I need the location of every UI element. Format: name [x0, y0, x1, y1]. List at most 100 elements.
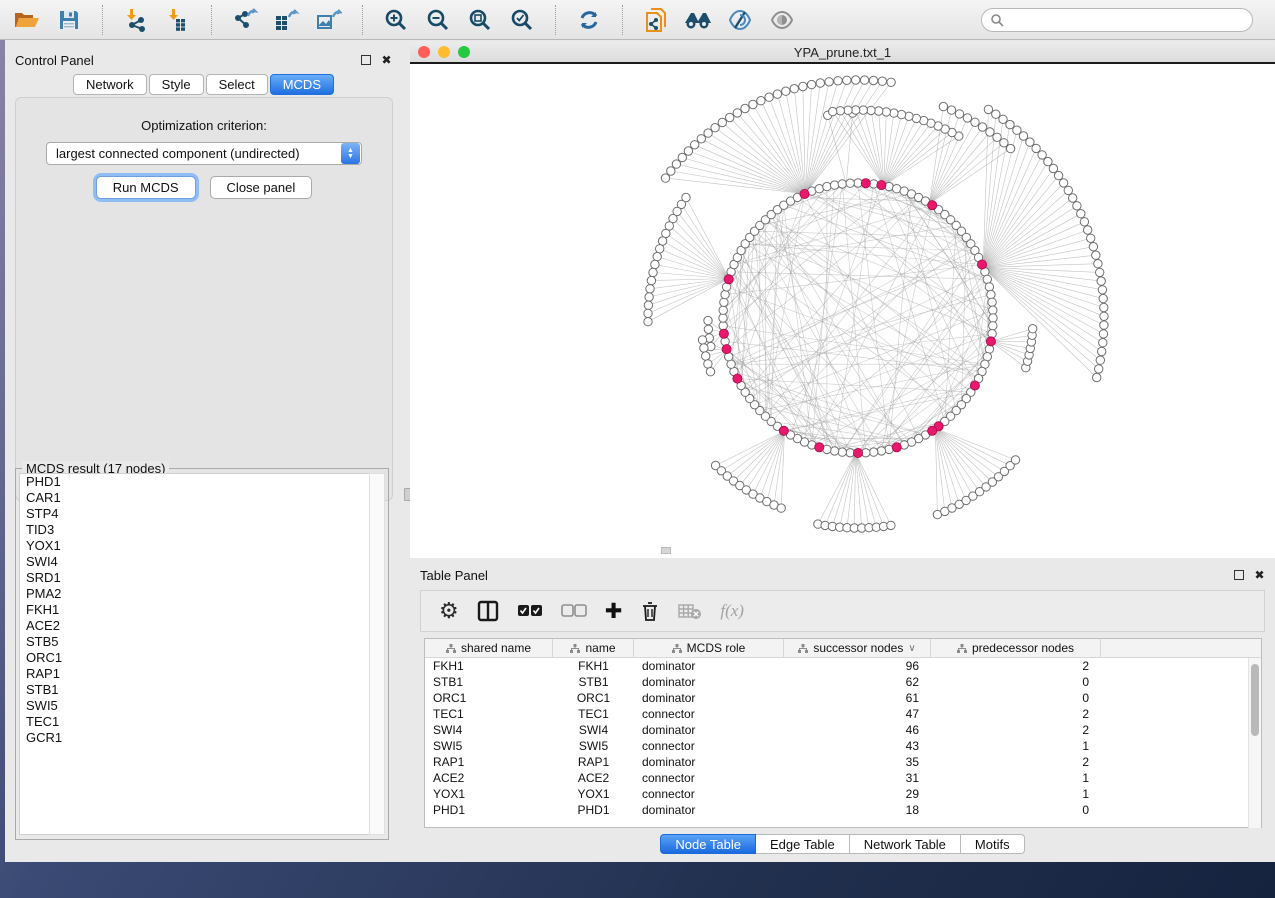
dominator-node[interactable] [928, 426, 937, 435]
leaf-node[interactable] [646, 285, 654, 293]
leaf-node[interactable] [726, 113, 734, 121]
mcds-list-item[interactable]: SRD1 [20, 570, 370, 586]
leaf-node[interactable] [704, 360, 712, 368]
leaf-node[interactable] [1077, 210, 1085, 218]
leaf-node[interactable] [1094, 260, 1102, 268]
delete-table-icon[interactable] [678, 602, 702, 620]
dominator-node[interactable] [800, 189, 809, 198]
mcds-list-scrollbar[interactable] [369, 473, 385, 835]
leaf-node[interactable] [653, 252, 661, 260]
ring-node[interactable] [989, 314, 997, 322]
leaf-node[interactable] [978, 123, 986, 131]
leaf-node[interactable] [1100, 321, 1108, 329]
dominator-node[interactable] [853, 448, 862, 457]
leaf-node[interactable] [1006, 144, 1014, 152]
zoom-fit-icon[interactable] [463, 5, 497, 35]
leaf-node[interactable] [1084, 226, 1092, 234]
mcds-list-item[interactable]: PHD1 [20, 474, 370, 490]
mcds-list-item[interactable]: TID3 [20, 522, 370, 538]
leaf-node[interactable] [649, 268, 657, 276]
deselect-all-columns-icon[interactable] [561, 604, 587, 618]
tab-select[interactable]: Select [206, 74, 268, 95]
function-builder-icon[interactable]: f(x) [720, 601, 744, 621]
leaf-node[interactable] [1064, 186, 1072, 194]
table-scrollbar[interactable] [1248, 658, 1261, 828]
ring-node[interactable] [719, 322, 727, 330]
tab-style[interactable]: Style [149, 74, 204, 95]
leaf-node[interactable] [825, 78, 833, 86]
dominator-node[interactable] [970, 381, 979, 390]
leaf-node[interactable] [844, 106, 852, 114]
leaf-node[interactable] [644, 301, 652, 309]
ring-node[interactable] [846, 179, 854, 187]
ring-node[interactable] [870, 448, 878, 456]
leaf-node[interactable] [704, 129, 712, 137]
leaf-node[interactable] [1098, 286, 1106, 294]
leaf-node[interactable] [963, 114, 971, 122]
leaf-node[interactable] [773, 90, 781, 98]
leaf-node[interactable] [939, 102, 947, 110]
float-table-panel-icon[interactable] [1234, 570, 1244, 580]
mcds-list-item[interactable]: SWI5 [20, 698, 370, 714]
leaf-node[interactable] [860, 76, 868, 84]
leaf-node[interactable] [1093, 373, 1101, 381]
hide-diagram-icon[interactable] [723, 5, 757, 35]
leaf-node[interactable] [955, 110, 963, 118]
leaf-node[interactable] [1099, 339, 1107, 347]
leaf-node[interactable] [697, 135, 705, 143]
import-table-icon[interactable] [161, 5, 195, 35]
show-overview-icon[interactable] [765, 5, 799, 35]
import-network-icon[interactable] [119, 5, 153, 35]
leaf-node[interactable] [878, 77, 886, 85]
leaf-node[interactable] [1059, 179, 1067, 187]
leaf-node[interactable] [741, 104, 749, 112]
leaf-node[interactable] [890, 109, 898, 117]
leaf-node[interactable] [647, 276, 655, 284]
table-row[interactable]: FKH1FKH1dominator962 [425, 658, 1261, 674]
leaf-node[interactable] [971, 118, 979, 126]
leaf-node[interactable] [836, 107, 844, 115]
leaf-node[interactable] [645, 293, 653, 301]
leaf-node[interactable] [984, 105, 992, 113]
column-header-name[interactable]: name [553, 639, 634, 657]
leaf-node[interactable] [834, 77, 842, 85]
leaf-node[interactable] [869, 76, 877, 84]
mcds-list-item[interactable]: ORC1 [20, 650, 370, 666]
leaf-node[interactable] [1029, 325, 1037, 333]
network-canvas[interactable] [410, 66, 1275, 558]
ring-node[interactable] [815, 185, 823, 193]
leaf-node[interactable] [897, 110, 905, 118]
leaf-node[interactable] [829, 107, 837, 115]
select-all-columns-icon[interactable] [517, 604, 543, 618]
mcds-list-item[interactable]: ACE2 [20, 618, 370, 634]
tab-mcds[interactable]: MCDS [270, 74, 334, 95]
ring-node[interactable] [823, 182, 831, 190]
dominator-node[interactable] [986, 337, 995, 346]
leaf-node[interactable] [1098, 347, 1106, 355]
column-header-successor-nodes[interactable]: successor nodes∨ [784, 639, 931, 657]
leaf-node[interactable] [656, 245, 664, 253]
dominator-node[interactable] [719, 329, 728, 338]
table-row[interactable]: ORC1ORC1dominator610 [425, 690, 1261, 706]
leaf-node[interactable] [644, 309, 652, 317]
dominator-node[interactable] [861, 179, 870, 188]
leaf-node[interactable] [887, 521, 895, 529]
leaf-node[interactable] [706, 368, 714, 376]
leaf-node[interactable] [992, 110, 1000, 118]
column-header-shared-name[interactable]: shared name [425, 639, 553, 657]
zoom-selected-icon[interactable] [505, 5, 539, 35]
leaf-node[interactable] [947, 106, 955, 114]
dominator-node[interactable] [877, 181, 886, 190]
leaf-node[interactable] [777, 504, 785, 512]
dominator-node[interactable] [722, 345, 731, 354]
ring-node[interactable] [838, 448, 846, 456]
leaf-node[interactable] [1095, 365, 1103, 373]
mcds-list-item[interactable]: STB5 [20, 634, 370, 650]
column-layout-icon[interactable] [477, 600, 499, 622]
table-scrollbar-thumb[interactable] [1251, 664, 1259, 736]
leaf-node[interactable] [698, 336, 706, 344]
leaf-node[interactable] [875, 107, 883, 115]
ring-node[interactable] [983, 275, 991, 283]
leaf-node[interactable] [1092, 251, 1100, 259]
leaf-node[interactable] [651, 260, 659, 268]
